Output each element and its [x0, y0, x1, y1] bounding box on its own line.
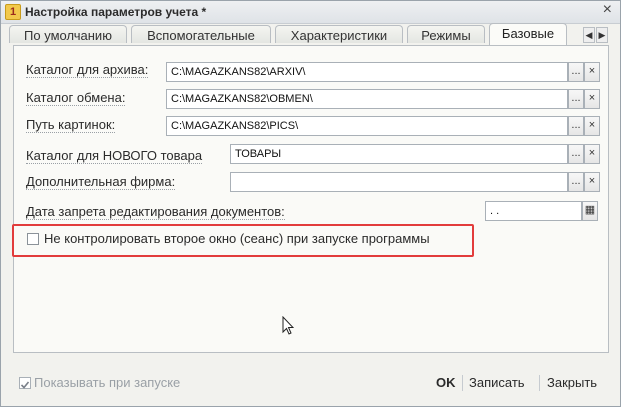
app-icon: 1	[5, 4, 21, 20]
show-on-start-checkbox[interactable]	[19, 377, 31, 389]
show-on-start-label[interactable]: Показывать при запуске	[34, 375, 180, 390]
tab-bar: По умолчанию Вспомогательные Характерист…	[1, 23, 620, 45]
new-goods-select-button[interactable]: ...	[568, 144, 584, 164]
settings-window: 1 Настройка параметров учета * × По умол…	[0, 0, 621, 407]
close-window-icon[interactable]: ×	[603, 1, 612, 19]
archive-catalog-input[interactable]: C:\MAGAZKANS82\ARXIV\	[166, 62, 568, 82]
tab-scroll-right-icon[interactable]: ▶	[596, 27, 608, 43]
pictures-path-label: Путь картинок:	[26, 117, 116, 133]
edit-lock-date-label: Дата запрета редактирования документов:	[26, 204, 285, 220]
archive-select-button[interactable]: ...	[568, 62, 584, 82]
tab-scroll-left-icon[interactable]: ◀	[583, 27, 595, 43]
session-checkbox-label[interactable]: Не контролировать второе окно (сеанс) пр…	[44, 231, 430, 246]
title-bar: 1 Настройка параметров учета * ×	[1, 1, 620, 24]
window-title: Настройка параметров учета *	[25, 5, 207, 19]
archive-clear-icon[interactable]: ×	[584, 62, 600, 82]
tab-content-panel: Каталог для архива: C:\MAGAZKANS82\ARXIV…	[12, 45, 609, 353]
archive-catalog-label: Каталог для архива:	[26, 62, 149, 78]
edit-lock-date-input[interactable]: . .	[485, 201, 582, 221]
extra-firm-clear-icon[interactable]: ×	[584, 172, 600, 192]
extra-firm-label: Дополнительная фирма:	[26, 174, 176, 190]
extra-firm-select-button[interactable]: ...	[568, 172, 584, 192]
calendar-icon[interactable]: ▦	[582, 201, 598, 221]
tab-characteristics[interactable]: Характеристики	[275, 25, 403, 43]
exchange-catalog-input[interactable]: C:\MAGAZKANS82\OBMEN\	[166, 89, 568, 109]
tab-modes[interactable]: Режимы	[407, 25, 485, 43]
extra-firm-input[interactable]	[230, 172, 568, 192]
save-button[interactable]: Записать	[469, 375, 525, 390]
footer-separator	[539, 375, 540, 391]
pictures-path-input[interactable]: C:\MAGAZKANS82\PICS\	[166, 116, 568, 136]
tab-basic[interactable]: Базовые	[489, 23, 567, 45]
exchange-select-button[interactable]: ...	[568, 89, 584, 109]
pictures-clear-icon[interactable]: ×	[584, 116, 600, 136]
session-checkbox[interactable]	[27, 233, 39, 245]
new-goods-catalog-label: Каталог для НОВОГО товара	[26, 148, 203, 164]
tab-auxiliary[interactable]: Вспомогательные	[131, 25, 271, 43]
mouse-cursor-icon	[282, 316, 294, 335]
ok-button[interactable]: OK	[436, 375, 456, 390]
new-goods-clear-icon[interactable]: ×	[584, 144, 600, 164]
session-checkbox-highlight: Не контролировать второе окно (сеанс) пр…	[12, 224, 474, 257]
new-goods-catalog-input[interactable]: ТОВАРЫ	[230, 144, 568, 164]
exchange-catalog-label: Каталог обмена:	[26, 90, 126, 106]
footer-separator	[462, 375, 463, 391]
checkmark-icon	[20, 381, 30, 389]
exchange-clear-icon[interactable]: ×	[584, 89, 600, 109]
tab-defaults[interactable]: По умолчанию	[9, 25, 127, 43]
close-button[interactable]: Закрыть	[547, 375, 597, 390]
pictures-select-button[interactable]: ...	[568, 116, 584, 136]
